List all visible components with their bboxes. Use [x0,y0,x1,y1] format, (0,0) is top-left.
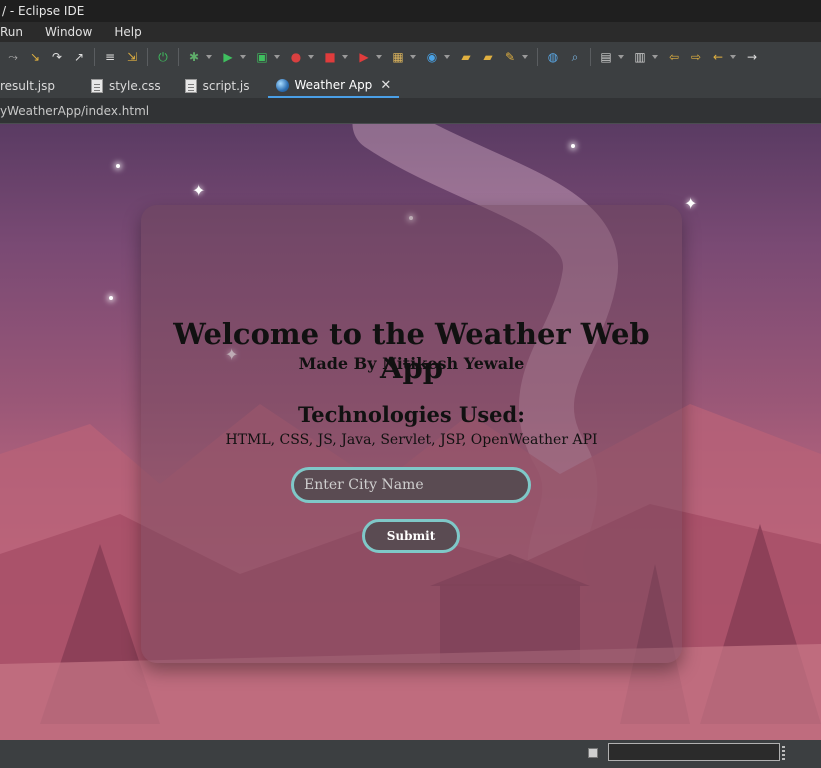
tab-label: Weather App [294,78,373,92]
address-url: yWeatherApp/index.html [0,103,150,118]
debug-icon[interactable]: ✱ [185,48,203,66]
status-bar [0,740,821,768]
open-type-icon[interactable]: ▰ [479,48,497,66]
new-package-icon[interactable]: ▦ [389,48,407,66]
browser-address-bar[interactable]: yWeatherApp/index.html [0,98,821,124]
tab-style-css[interactable]: style.css [83,74,169,98]
sparkle: ✦ [192,181,206,200]
forward-icon[interactable]: → [743,48,761,66]
submit-button[interactable]: Submit [362,519,460,553]
external-tools-dropdown-icon[interactable] [375,48,383,66]
use-step-filters-icon[interactable]: ≡ [101,48,119,66]
drop-to-frame-icon[interactable]: ⇲ [123,48,141,66]
tab-result-jsp[interactable]: result.jsp [0,74,63,98]
run-dropdown-icon[interactable] [239,48,247,66]
globe-icon [275,78,289,92]
coverage-dropdown-icon[interactable] [307,48,315,66]
file-icon [184,79,197,93]
menu-help[interactable]: Help [114,25,141,39]
step-return-icon[interactable]: ↗ [70,48,88,66]
forward-history-icon[interactable]: ⇨ [687,48,705,66]
search-icon[interactable]: ⌕ [566,48,584,66]
tab-label: result.jsp [0,79,55,93]
pencil-icon[interactable]: ✎ [501,48,519,66]
tab-label: script.js [202,79,250,93]
toolbar-separator [537,48,538,66]
menu-bar: Run Window Help [0,22,821,42]
run-as-dropdown-icon[interactable] [273,48,281,66]
status-icon[interactable] [588,748,598,758]
status-grip-icon[interactable] [782,746,785,760]
toolbar-separator [590,48,591,66]
stop-dropdown-icon[interactable] [341,48,349,66]
toolbar: ⤳ ↘ ↷ ↗ ≡ ⇲ ⏻ ✱ ▶ ▣ ● ■ ▶ ▦ ◉ ▰ ▰ ✎ ◍ ⌕ … [0,42,821,72]
window-title: / - Eclipse IDE [2,4,85,18]
technologies-heading: Technologies Used: [298,402,525,427]
annotation-icon[interactable]: ▥ [631,48,649,66]
coverage-icon[interactable]: ● [287,48,305,66]
back-icon[interactable]: ← [709,48,727,66]
back-dropdown-icon[interactable] [729,48,737,66]
annotation-dropdown-icon[interactable] [651,48,659,66]
task-dropdown-icon[interactable] [617,48,625,66]
star [116,164,120,168]
tab-weather-app[interactable]: Weather App ✕ [267,74,400,98]
debug-dropdown-icon[interactable] [205,48,213,66]
power-icon[interactable]: ⏻ [154,48,172,66]
menu-window[interactable]: Window [45,25,92,39]
tab-label: style.css [108,79,161,93]
back-history-icon[interactable]: ⇦ [665,48,683,66]
file-icon [90,79,103,93]
city-input[interactable] [291,467,531,503]
welcome-card: Welcome to the Weather Web App Made By N… [141,205,682,663]
new-package-dropdown-icon[interactable] [409,48,417,66]
sparkle: ✦ [684,194,698,213]
toolbar-separator [178,48,179,66]
menu-run[interactable]: Run [0,25,23,39]
toolbar-separator [94,48,95,66]
page-subtitle: Made By Nitikesh Yewale [298,354,525,373]
run-as-icon[interactable]: ▣ [253,48,271,66]
open-folder-icon[interactable]: ▰ [457,48,475,66]
star [571,144,575,148]
status-progress-field [608,743,780,761]
globe-icon[interactable]: ◍ [544,48,562,66]
new-class-icon[interactable]: ◉ [423,48,441,66]
close-icon[interactable]: ✕ [380,78,391,93]
star [109,296,113,300]
step-into-icon[interactable]: ↘ [26,48,44,66]
editor-tab-bar: result.jsp style.css script.js Weather A… [0,72,821,98]
external-tools-icon[interactable]: ▶ [355,48,373,66]
run-icon[interactable]: ▶ [219,48,237,66]
technologies-list: HTML, CSS, JS, Java, Servlet, JSP, OpenW… [225,432,598,448]
skip-all-breakpoints-icon[interactable]: ⤳ [4,48,22,66]
browser-viewport: ✦ ✦ ✦ Welcome to the Weather Web App Mad… [0,124,821,740]
new-class-dropdown-icon[interactable] [443,48,451,66]
page-title: Welcome to the Weather Web App [173,317,650,385]
stop-icon[interactable]: ■ [321,48,339,66]
toolbar-separator [147,48,148,66]
pencil-dropdown-icon[interactable] [521,48,529,66]
window-titlebar: / - Eclipse IDE [0,0,821,22]
tab-script-js[interactable]: script.js [177,74,258,98]
step-over-icon[interactable]: ↷ [48,48,66,66]
task-icon[interactable]: ▤ [597,48,615,66]
